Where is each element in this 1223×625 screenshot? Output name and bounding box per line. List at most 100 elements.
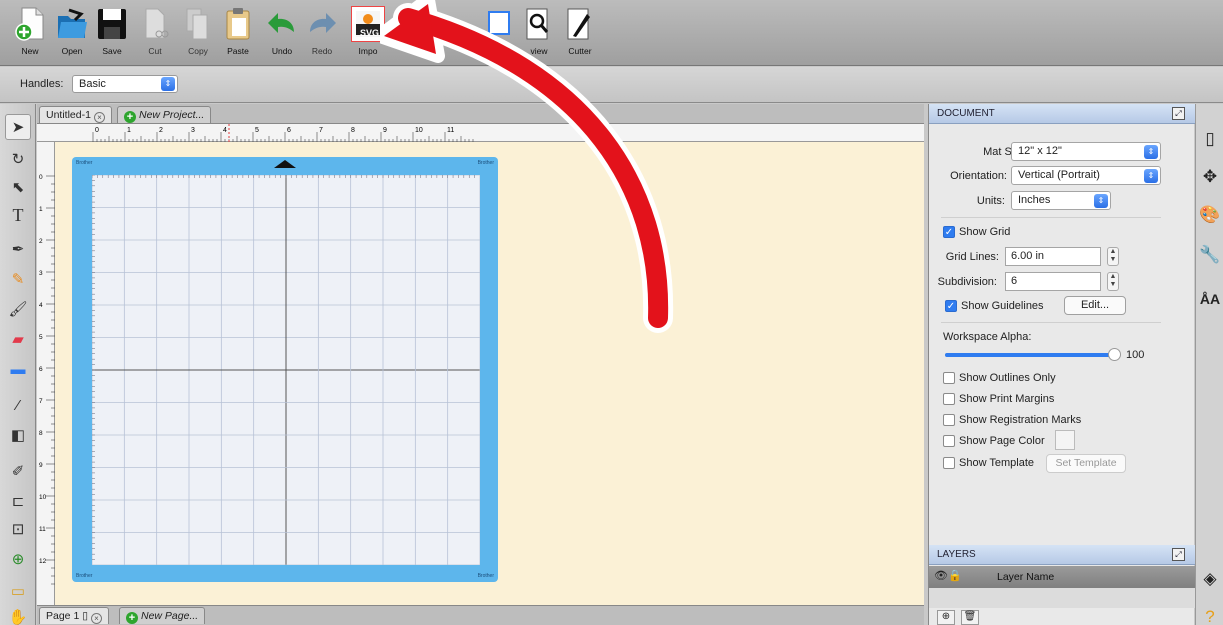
eyedropper-tool-icon[interactable]: ⁄ [5, 392, 31, 418]
transform-panel-icon[interactable]: ✥ [1198, 164, 1222, 190]
grid-lines-stepper[interactable]: ▲ ▼ [1107, 247, 1119, 266]
cutter-button[interactable]: Cutter [558, 6, 602, 62]
crop-tool-icon[interactable]: ⊏ [5, 488, 31, 514]
node-select-tool-icon[interactable]: ⬉ [5, 174, 31, 200]
expand-panel-icon[interactable]: ⤢ [1172, 107, 1185, 120]
ruler-label: 5 [255, 127, 259, 134]
color-palette-icon[interactable]: 🎨 [1198, 202, 1222, 228]
paste-button[interactable]: Paste [216, 6, 260, 62]
cutter-knife-icon [563, 6, 597, 42]
page-color-swatch[interactable] [1055, 430, 1075, 450]
expand-layers-icon[interactable]: ⤢ [1172, 548, 1185, 561]
document-panel-title: DOCUMENT [937, 108, 995, 119]
redo-button[interactable]: Redo [300, 6, 344, 62]
horizontal-ruler-ticks: 0 1 2 3 4 5 6 7 8 9 10 11 [92, 124, 474, 142]
subdivision-value: 6 [1011, 275, 1018, 287]
dropdown-arrow-icon: ⇕ [1144, 169, 1158, 183]
show-guidelines-checkbox[interactable]: ✓ [945, 300, 957, 312]
ruler-label: 8 [39, 430, 43, 437]
set-template-button[interactable]: Set Template [1046, 454, 1126, 473]
blend-tool-icon[interactable]: ⊡ [5, 516, 31, 542]
add-layer-icon[interactable]: ⊕ [937, 610, 955, 625]
text-panel-icon[interactable]: ÅA [1198, 286, 1222, 312]
copy-button[interactable]: Copy [176, 6, 220, 62]
measure-tool-icon[interactable]: ▭ [5, 578, 31, 604]
edit-guidelines-button[interactable]: Edit... [1064, 296, 1126, 315]
tab-untitled-1[interactable]: Untitled-1 × [39, 106, 112, 123]
pencil-tool-icon[interactable]: ✎ [5, 266, 31, 292]
layers-stack-icon[interactable]: ◈ [1198, 566, 1222, 592]
cutter-label: Cutter [568, 46, 592, 56]
help-icon[interactable]: ? [1198, 604, 1222, 625]
show-grid-checkbox[interactable]: ✓ [943, 226, 955, 238]
undo-button[interactable]: Undo [260, 6, 304, 62]
vertical-ruler-ticks: 0123456789101112 [39, 174, 55, 585]
units-select[interactable]: Inches ⇕ [1011, 191, 1111, 210]
ruler-label: 0 [95, 127, 99, 134]
ruler-label: 6 [287, 127, 291, 134]
gradient-tool-icon[interactable]: ◧ [5, 422, 31, 448]
zoom-tool-icon[interactable]: ⊕ [5, 546, 31, 572]
text-tool-icon[interactable]: T [5, 202, 31, 228]
import-label: Impo [358, 46, 378, 56]
tab-new-project[interactable]: + New Project... [117, 106, 212, 123]
show-template-checkbox[interactable] [943, 457, 955, 469]
cut-document-icon [138, 6, 172, 42]
grid-lines-input[interactable]: 6.00 in [1005, 247, 1101, 266]
app-window: New Open Save Cut Copy Paste Undo Redo S… [0, 0, 1223, 625]
show-outlines-checkbox[interactable] [943, 372, 955, 384]
orientation-select[interactable]: Vertical (Portrait) ⇕ [1011, 166, 1161, 185]
select-tool-icon[interactable]: ➤ [5, 114, 31, 140]
layers-column-header: 👁🔒 Layer Name [929, 566, 1195, 588]
show-page-color-label: Show Page Color [959, 435, 1045, 447]
dropdown-arrow-icon: ⇕ [1094, 194, 1108, 208]
close-page-icon[interactable]: × [90, 613, 102, 624]
workspace-alpha-slider[interactable] [945, 348, 1121, 361]
eraser-tool-icon[interactable]: ▰ [5, 326, 31, 352]
show-registration-label: Show Registration Marks [959, 414, 1082, 426]
ruler-label: 10 [415, 127, 423, 134]
page-tabs: Page 1 ▯ × + New Page... [37, 605, 924, 625]
preview-button[interactable]: view [517, 6, 561, 62]
handles-select[interactable]: Basic ⇕ [72, 75, 178, 93]
hand-tool-icon[interactable]: ✋ [5, 604, 31, 625]
mat-icon-button[interactable] [478, 6, 522, 62]
brush-tool-icon[interactable]: 🖌 [5, 296, 31, 322]
tab-page-1[interactable]: Page 1 ▯ × [39, 607, 109, 624]
import-button[interactable]: SVG Impo [346, 6, 390, 62]
save-button[interactable]: Save [90, 6, 134, 62]
tools-wrench-icon[interactable]: 🔧 [1198, 242, 1222, 268]
ruler-label: 3 [39, 270, 43, 277]
mat-size-select[interactable]: 12" x 12" ⇕ [1011, 142, 1161, 161]
rectangle-tool-icon[interactable]: ▬ [5, 356, 31, 382]
show-registration-checkbox[interactable] [943, 414, 955, 426]
orientation-label: Orientation: [950, 170, 1007, 182]
tab-new-page[interactable]: + New Page... [119, 607, 206, 624]
panel-switcher: ▯ ✥ 🎨 🔧 ÅA ◈ ? [1195, 104, 1223, 625]
knife-tool-icon[interactable]: ✐ [5, 458, 31, 484]
dropdown-arrow-icon: ⇕ [161, 77, 175, 91]
document-panel-icon[interactable]: ▯ [1198, 126, 1222, 152]
pen-tool-icon[interactable]: ✒ [5, 236, 31, 262]
delete-layer-icon[interactable]: 🗑 [961, 610, 979, 625]
show-print-margins-checkbox[interactable] [943, 393, 955, 405]
ruler-label: 11 [447, 127, 454, 134]
tab-untitled-label: Untitled-1 [46, 109, 91, 121]
show-page-color-checkbox[interactable] [943, 435, 955, 447]
grid-lines [91, 174, 481, 566]
subdivision-stepper[interactable]: ▲ ▼ [1107, 272, 1119, 291]
handles-value: Basic [79, 78, 106, 90]
workspace-canvas[interactable]: Brother Brother Brother Brother [55, 142, 924, 605]
svg-badge: SVG [360, 28, 380, 38]
new-button[interactable]: New [8, 6, 52, 62]
add-icon: + [124, 111, 136, 123]
units-label: Units: [976, 195, 1005, 207]
open-button[interactable]: Open [50, 6, 94, 62]
ruler-label: 8 [351, 127, 355, 134]
rotate-tool-icon[interactable]: ↻ [5, 146, 31, 172]
close-tab-icon[interactable]: × [93, 112, 105, 123]
orientation-value: Vertical (Portrait) [1018, 169, 1100, 181]
cut-button[interactable]: Cut [133, 6, 177, 62]
subdivision-input[interactable]: 6 [1005, 272, 1101, 291]
workspace-alpha-knob[interactable] [1108, 348, 1121, 361]
